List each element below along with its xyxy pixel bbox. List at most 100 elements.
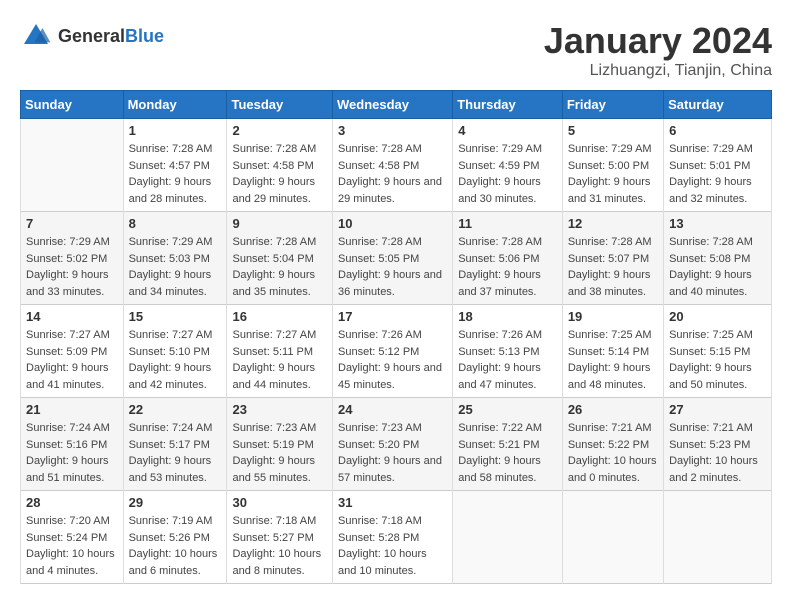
- day-number: 13: [669, 216, 766, 231]
- calendar-cell: 5 Sunrise: 7:29 AMSunset: 5:00 PMDaylight…: [562, 119, 663, 212]
- day-info: Sunrise: 7:19 AMSunset: 5:26 PMDaylight:…: [129, 513, 222, 579]
- day-info: Sunrise: 7:27 AMSunset: 5:11 PMDaylight:…: [232, 327, 327, 393]
- day-number: 31: [338, 495, 447, 510]
- day-number: 17: [338, 309, 447, 324]
- calendar-cell: 20 Sunrise: 7:25 AMSunset: 5:15 PMDayligh…: [664, 305, 772, 398]
- day-number: 18: [458, 309, 557, 324]
- day-number: 24: [338, 402, 447, 417]
- day-info: Sunrise: 7:22 AMSunset: 5:21 PMDaylight:…: [458, 420, 557, 486]
- calendar-cell: 1 Sunrise: 7:28 AMSunset: 4:57 PMDaylight…: [123, 119, 227, 212]
- day-info: Sunrise: 7:29 AMSunset: 5:01 PMDaylight:…: [669, 141, 766, 207]
- calendar-cell: 15 Sunrise: 7:27 AMSunset: 5:10 PMDayligh…: [123, 305, 227, 398]
- day-info: Sunrise: 7:28 AMSunset: 5:04 PMDaylight:…: [232, 234, 327, 300]
- day-info: Sunrise: 7:28 AMSunset: 5:05 PMDaylight:…: [338, 234, 447, 300]
- calendar-cell: 28 Sunrise: 7:20 AMSunset: 5:24 PMDayligh…: [21, 491, 124, 584]
- calendar-cell: 23Sunrise: 7:23 AMSunset: 5:19 PMDayligh…: [227, 398, 333, 491]
- calendar-cell: 6 Sunrise: 7:29 AMSunset: 5:01 PMDaylight…: [664, 119, 772, 212]
- calendar-cell: 30 Sunrise: 7:18 AMSunset: 5:27 PMDayligh…: [227, 491, 333, 584]
- day-info: Sunrise: 7:20 AMSunset: 5:24 PMDaylight:…: [26, 513, 118, 579]
- day-info: Sunrise: 7:28 AMSunset: 5:06 PMDaylight:…: [458, 234, 557, 300]
- day-number: 20: [669, 309, 766, 324]
- day-info: Sunrise: 7:18 AMSunset: 5:27 PMDaylight:…: [232, 513, 327, 579]
- calendar-cell: 2Sunrise: 7:28 AMSunset: 4:58 PMDaylight…: [227, 119, 333, 212]
- calendar-cell: 19Sunrise: 7:25 AMSunset: 5:14 PMDayligh…: [562, 305, 663, 398]
- page-title: January 2024: [544, 20, 772, 62]
- day-number: 7: [26, 216, 118, 231]
- calendar-cell: 8 Sunrise: 7:29 AMSunset: 5:03 PMDaylight…: [123, 212, 227, 305]
- day-info: Sunrise: 7:23 AMSunset: 5:20 PMDaylight:…: [338, 420, 447, 486]
- calendar-cell: 12 Sunrise: 7:28 AMSunset: 5:07 PMDayligh…: [562, 212, 663, 305]
- calendar-cell: 9Sunrise: 7:28 AMSunset: 5:04 PMDaylight…: [227, 212, 333, 305]
- day-info: Sunrise: 7:29 AMSunset: 5:03 PMDaylight:…: [129, 234, 222, 300]
- logo-icon: [20, 20, 52, 52]
- day-info: Sunrise: 7:18 AMSunset: 5:28 PMDaylight:…: [338, 513, 447, 579]
- calendar-cell: 21Sunrise: 7:24 AMSunset: 5:16 PMDayligh…: [21, 398, 124, 491]
- calendar-cell: 14Sunrise: 7:27 AMSunset: 5:09 PMDayligh…: [21, 305, 124, 398]
- day-info: Sunrise: 7:28 AMSunset: 4:58 PMDaylight:…: [338, 141, 447, 207]
- day-number: 23: [232, 402, 327, 417]
- day-number: 26: [568, 402, 658, 417]
- day-info: Sunrise: 7:28 AMSunset: 5:07 PMDaylight:…: [568, 234, 658, 300]
- calendar-cell: 7Sunrise: 7:29 AMSunset: 5:02 PMDaylight…: [21, 212, 124, 305]
- header-cell-tuesday: Tuesday: [227, 91, 333, 119]
- week-row-2: 7Sunrise: 7:29 AMSunset: 5:02 PMDaylight…: [21, 212, 772, 305]
- day-number: 11: [458, 216, 557, 231]
- header-cell-sunday: Sunday: [21, 91, 124, 119]
- calendar-cell: 31 Sunrise: 7:18 AMSunset: 5:28 PMDayligh…: [333, 491, 453, 584]
- header-cell-thursday: Thursday: [453, 91, 563, 119]
- calendar-body: 1 Sunrise: 7:28 AMSunset: 4:57 PMDaylight…: [21, 119, 772, 584]
- day-info: Sunrise: 7:21 AMSunset: 5:22 PMDaylight:…: [568, 420, 658, 486]
- day-number: 29: [129, 495, 222, 510]
- day-info: Sunrise: 7:24 AMSunset: 5:17 PMDaylight:…: [129, 420, 222, 486]
- day-info: Sunrise: 7:21 AMSunset: 5:23 PMDaylight:…: [669, 420, 766, 486]
- day-info: Sunrise: 7:26 AMSunset: 5:13 PMDaylight:…: [458, 327, 557, 393]
- day-info: Sunrise: 7:26 AMSunset: 5:12 PMDaylight:…: [338, 327, 447, 393]
- calendar-cell: 11 Sunrise: 7:28 AMSunset: 5:06 PMDayligh…: [453, 212, 563, 305]
- calendar-cell: 3 Sunrise: 7:28 AMSunset: 4:58 PMDaylight…: [333, 119, 453, 212]
- day-number: 12: [568, 216, 658, 231]
- calendar-cell: [453, 491, 563, 584]
- week-row-4: 21Sunrise: 7:24 AMSunset: 5:16 PMDayligh…: [21, 398, 772, 491]
- header-row: SundayMondayTuesdayWednesdayThursdayFrid…: [21, 91, 772, 119]
- day-number: 15: [129, 309, 222, 324]
- day-number: 14: [26, 309, 118, 324]
- day-number: 1: [129, 123, 222, 138]
- calendar-table: SundayMondayTuesdayWednesdayThursdayFrid…: [20, 90, 772, 584]
- logo-blue: Blue: [125, 26, 164, 46]
- calendar-cell: 25Sunrise: 7:22 AMSunset: 5:21 PMDayligh…: [453, 398, 563, 491]
- day-number: 8: [129, 216, 222, 231]
- day-number: 27: [669, 402, 766, 417]
- calendar-cell: 10 Sunrise: 7:28 AMSunset: 5:05 PMDayligh…: [333, 212, 453, 305]
- day-number: 6: [669, 123, 766, 138]
- calendar-cell: 26 Sunrise: 7:21 AMSunset: 5:22 PMDayligh…: [562, 398, 663, 491]
- calendar-cell: 29 Sunrise: 7:19 AMSunset: 5:26 PMDayligh…: [123, 491, 227, 584]
- calendar-cell: 18 Sunrise: 7:26 AMSunset: 5:13 PMDayligh…: [453, 305, 563, 398]
- title-block: January 2024 Lizhuangzi, Tianjin, China: [544, 20, 772, 80]
- day-info: Sunrise: 7:28 AMSunset: 4:57 PMDaylight:…: [129, 141, 222, 207]
- day-info: Sunrise: 7:25 AMSunset: 5:15 PMDaylight:…: [669, 327, 766, 393]
- day-number: 28: [26, 495, 118, 510]
- day-info: Sunrise: 7:27 AMSunset: 5:10 PMDaylight:…: [129, 327, 222, 393]
- day-number: 3: [338, 123, 447, 138]
- header-cell-saturday: Saturday: [664, 91, 772, 119]
- day-info: Sunrise: 7:24 AMSunset: 5:16 PMDaylight:…: [26, 420, 118, 486]
- calendar-cell: [21, 119, 124, 212]
- day-number: 22: [129, 402, 222, 417]
- logo-general: General: [58, 26, 125, 46]
- logo: GeneralBlue: [20, 20, 164, 52]
- calendar-cell: [664, 491, 772, 584]
- day-info: Sunrise: 7:29 AMSunset: 5:00 PMDaylight:…: [568, 141, 658, 207]
- day-number: 4: [458, 123, 557, 138]
- calendar-header: SundayMondayTuesdayWednesdayThursdayFrid…: [21, 91, 772, 119]
- day-number: 30: [232, 495, 327, 510]
- header-cell-friday: Friday: [562, 91, 663, 119]
- calendar-cell: 4 Sunrise: 7:29 AMSunset: 4:59 PMDaylight…: [453, 119, 563, 212]
- week-row-3: 14Sunrise: 7:27 AMSunset: 5:09 PMDayligh…: [21, 305, 772, 398]
- day-number: 5: [568, 123, 658, 138]
- day-number: 16: [232, 309, 327, 324]
- page-subtitle: Lizhuangzi, Tianjin, China: [544, 62, 772, 80]
- day-info: Sunrise: 7:29 AMSunset: 4:59 PMDaylight:…: [458, 141, 557, 207]
- day-number: 2: [232, 123, 327, 138]
- day-number: 10: [338, 216, 447, 231]
- day-number: 19: [568, 309, 658, 324]
